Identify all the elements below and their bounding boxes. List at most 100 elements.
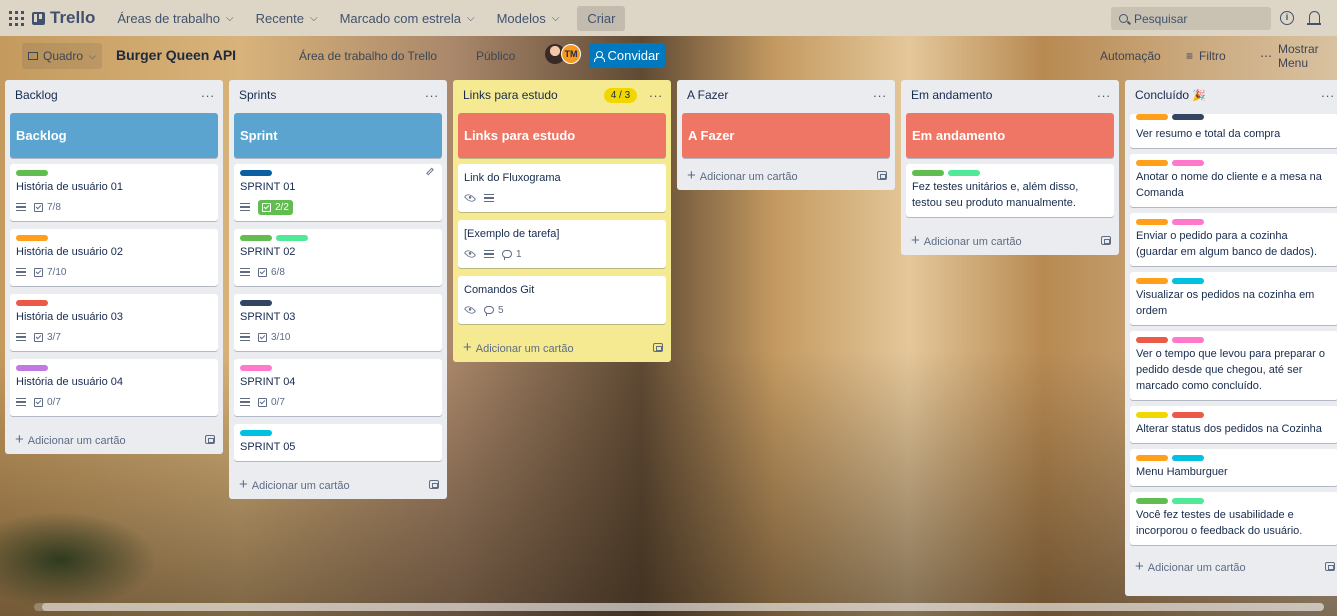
workspace-button[interactable]: Área de trabalho do Trello bbox=[293, 43, 443, 69]
member-avatar-initials[interactable]: TM bbox=[561, 44, 581, 64]
create-from-template-icon[interactable] bbox=[877, 170, 887, 180]
list-card[interactable]: Alterar status dos pedidos na Cozinha bbox=[1130, 406, 1337, 443]
list-menu-icon[interactable]: ... bbox=[1097, 85, 1111, 100]
list-card[interactable]: Link do Fluxograma bbox=[458, 164, 666, 212]
card-label[interactable] bbox=[1172, 498, 1204, 504]
nav-templates[interactable]: Modelos ⌵ bbox=[489, 2, 568, 34]
card-label[interactable] bbox=[16, 170, 48, 176]
create-from-template-icon[interactable] bbox=[653, 342, 663, 352]
automation-button[interactable]: Automação bbox=[1094, 43, 1167, 69]
create-from-template-icon[interactable] bbox=[205, 434, 215, 444]
list-card[interactable]: Fez testes unitários e, além disso, test… bbox=[906, 164, 1114, 217]
list-card[interactable]: Anotar o nome do cliente e a mesa na Com… bbox=[1130, 154, 1337, 207]
card-label[interactable] bbox=[240, 300, 272, 306]
card-label[interactable] bbox=[240, 235, 272, 241]
list-menu-icon[interactable]: ... bbox=[649, 85, 663, 100]
visibility-button[interactable]: Público bbox=[470, 43, 521, 69]
list-card[interactable]: Comandos Git 5 bbox=[458, 276, 666, 324]
card-label[interactable] bbox=[1136, 114, 1168, 120]
card-label[interactable] bbox=[1136, 219, 1168, 225]
card-label[interactable] bbox=[1172, 219, 1204, 225]
board-view-switcher[interactable]: Quadro ⌵ bbox=[22, 43, 102, 69]
show-menu-button[interactable]: ⋯ Mostrar Menu bbox=[1254, 42, 1337, 70]
create-button[interactable]: Criar bbox=[577, 5, 626, 31]
list-card[interactable]: [Exemplo de tarefa] 1 bbox=[458, 220, 666, 268]
card-cover[interactable]: Links para estudo bbox=[458, 113, 666, 158]
trello-logo[interactable]: Trello bbox=[32, 8, 95, 28]
card-label[interactable] bbox=[1172, 337, 1204, 343]
notifications-bell-icon[interactable] bbox=[1307, 11, 1321, 25]
create-from-template-icon[interactable] bbox=[1325, 561, 1335, 571]
list-menu-icon[interactable]: ... bbox=[873, 85, 887, 100]
filter-button[interactable]: ≡ Filtro bbox=[1180, 43, 1232, 69]
list-card[interactable]: SPRINT 02 6/8 bbox=[234, 229, 442, 286]
create-from-template-icon[interactable] bbox=[429, 479, 439, 489]
info-icon[interactable]: i bbox=[1280, 11, 1294, 25]
list-title[interactable]: Em andamento bbox=[911, 88, 992, 102]
add-card-button[interactable]: + Adicionar um cartão bbox=[453, 332, 671, 362]
card-label[interactable] bbox=[240, 365, 272, 371]
list-card[interactable]: Enviar o pedido para a cozinha (guardar … bbox=[1130, 213, 1337, 266]
list-card[interactable]: História de usuário 01 7/8 bbox=[10, 164, 218, 221]
card-label[interactable] bbox=[1136, 412, 1168, 418]
card-label[interactable] bbox=[1172, 278, 1204, 284]
card-label[interactable] bbox=[912, 170, 944, 176]
create-from-template-icon[interactable] bbox=[1101, 235, 1111, 245]
card-label[interactable] bbox=[1136, 498, 1168, 504]
card-label[interactable] bbox=[1136, 160, 1168, 166]
card-cover[interactable]: Sprint bbox=[234, 113, 442, 158]
card-label[interactable] bbox=[16, 365, 48, 371]
list-card[interactable]: SPRINT 05 bbox=[234, 424, 442, 461]
list-title[interactable]: Sprints bbox=[239, 88, 276, 102]
add-card-button[interactable]: + Adicionar um cartão bbox=[1125, 551, 1337, 581]
list-title[interactable]: Links para estudo bbox=[463, 88, 558, 102]
app-switcher-icon[interactable] bbox=[6, 8, 26, 28]
nav-recent[interactable]: Recente ⌵ bbox=[248, 2, 326, 34]
list-card[interactable]: Menu Hamburguer bbox=[1130, 449, 1337, 486]
list-card[interactable]: SPRINT 03 3/10 bbox=[234, 294, 442, 351]
list-card[interactable]: História de usuário 02 7/10 bbox=[10, 229, 218, 286]
card-label[interactable] bbox=[948, 170, 980, 176]
list-card[interactable]: SPRINT 01 2/2 bbox=[234, 164, 442, 221]
list-card[interactable]: Visualizar os pedidos na cozinha em orde… bbox=[1130, 272, 1337, 325]
add-card-button[interactable]: + Adicionar um cartão bbox=[229, 469, 447, 499]
card-cover[interactable]: A Fazer bbox=[682, 113, 890, 158]
card-label[interactable] bbox=[1172, 412, 1204, 418]
card-label[interactable] bbox=[1136, 278, 1168, 284]
card-cover[interactable]: Backlog bbox=[10, 113, 218, 158]
search-input[interactable]: Pesquisar bbox=[1111, 7, 1271, 30]
nav-workspaces[interactable]: Áreas de trabalho ⌵ bbox=[109, 2, 241, 34]
list-menu-icon[interactable]: ... bbox=[201, 85, 215, 100]
invite-button[interactable]: Convidar bbox=[589, 43, 665, 68]
card-label[interactable] bbox=[1136, 337, 1168, 343]
list-title[interactable]: Backlog bbox=[15, 88, 58, 102]
card-label[interactable] bbox=[1136, 455, 1168, 461]
list-card[interactable]: SPRINT 04 0/7 bbox=[234, 359, 442, 416]
list-menu-icon[interactable]: ... bbox=[425, 85, 439, 100]
card-label[interactable] bbox=[1172, 160, 1204, 166]
add-card-button[interactable]: + Adicionar um cartão bbox=[677, 160, 895, 190]
add-card-button[interactable]: + Adicionar um cartão bbox=[5, 424, 223, 454]
list-title[interactable]: A Fazer bbox=[687, 88, 728, 102]
card-label[interactable] bbox=[1172, 455, 1204, 461]
list-card[interactable]: Ver o tempo que levou para preparar o pe… bbox=[1130, 331, 1337, 400]
list-menu-icon[interactable]: ... bbox=[1321, 85, 1335, 100]
list-card[interactable]: História de usuário 04 0/7 bbox=[10, 359, 218, 416]
list-card[interactable]: Ver resumo e total da compra bbox=[1130, 114, 1337, 148]
card-label[interactable] bbox=[1172, 114, 1204, 120]
checklist-badge: 0/7 bbox=[34, 397, 61, 408]
card-label[interactable] bbox=[240, 170, 272, 176]
board-title[interactable]: Burger Queen API bbox=[116, 47, 236, 63]
list-card[interactable]: História de usuário 03 3/7 bbox=[10, 294, 218, 351]
nav-starred[interactable]: Marcado com estrela ⌵ bbox=[332, 2, 483, 34]
add-card-button[interactable]: + Adicionar um cartão bbox=[901, 225, 1119, 255]
card-cover[interactable]: Em andamento bbox=[906, 113, 1114, 158]
card-label[interactable] bbox=[16, 235, 48, 241]
card-label[interactable] bbox=[240, 430, 272, 436]
board-horizontal-scrollbar[interactable] bbox=[34, 603, 1324, 611]
list-card[interactable]: Você fez testes de usabilidade e incorpo… bbox=[1130, 492, 1337, 545]
scrollbar-thumb[interactable] bbox=[42, 603, 1324, 611]
card-label[interactable] bbox=[16, 300, 48, 306]
card-label[interactable] bbox=[276, 235, 308, 241]
list-title[interactable]: Concluído 🎉 bbox=[1135, 88, 1206, 102]
